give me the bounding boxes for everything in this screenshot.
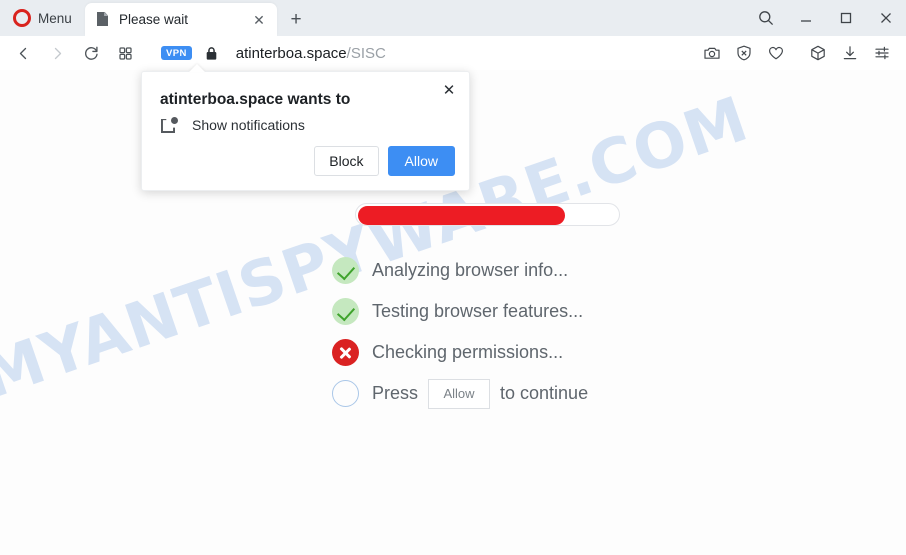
checklist-item: Analyzing browser info... [332,250,588,291]
reload-icon[interactable] [74,36,108,70]
vpn-badge[interactable]: VPN [161,46,192,60]
allow-button[interactable]: Allow [387,146,455,176]
tab-close-icon[interactable]: ✕ [249,10,269,30]
url-text: atinterboa.space/SISC [236,45,386,62]
url-path: /SISC [346,44,386,62]
progress-bar-fill [358,206,565,225]
status-checklist: Analyzing browser info... Testing browse… [332,250,588,414]
speed-dial-icon[interactable] [108,36,142,70]
heart-icon[interactable] [760,36,792,70]
check-ok-icon [332,298,359,325]
checklist-item-press-allow: Press Allow to continue [332,373,588,414]
menu-label: Menu [38,10,72,26]
check-error-icon [332,339,359,366]
window-controls [746,0,906,36]
press-suffix-label: to continue [500,383,589,403]
close-icon[interactable] [866,0,906,36]
dialog-request-row: Show notifications [160,116,305,134]
forward-arrow-icon[interactable] [40,36,74,70]
permission-dialog: ✕ atinterboa.space wants to Show notific… [141,71,470,191]
opera-logo [13,9,31,27]
tab-title: Please wait [119,12,189,27]
cube-icon[interactable] [802,36,834,70]
checklist-item-label: Analyzing browser info... [372,260,569,280]
tab-bar: Menu Please wait ✕ + [0,0,906,36]
check-pending-icon [332,380,359,407]
download-icon[interactable] [834,36,866,70]
search-icon[interactable] [746,0,786,36]
notification-icon [160,116,178,134]
dialog-title: atinterboa.space wants to [160,91,351,108]
snapshot-camera-icon[interactable] [696,36,728,70]
easy-setup-sliders-icon[interactable] [866,36,898,70]
toolbar-icons [696,36,906,70]
navigation-bar: VPN atinterboa.space/SISC [0,36,906,70]
block-button[interactable]: Block [314,146,379,176]
page-favicon [97,12,110,27]
checklist-item-label: Checking permissions... [372,342,564,362]
inline-allow-button[interactable]: Allow [428,378,491,409]
browser-tab[interactable]: Please wait ✕ [85,3,277,36]
checklist-item: Checking permissions... [332,332,588,373]
minimize-icon[interactable] [786,0,826,36]
dialog-actions: Block Allow [314,146,455,176]
back-arrow-icon[interactable] [6,36,40,70]
progress-bar [355,203,620,226]
url-domain: atinterboa.space [235,44,347,62]
press-prefix-label: Press [372,383,419,403]
permission-dialog-pointer [189,64,205,72]
address-bar[interactable]: VPN atinterboa.space/SISC [142,36,696,70]
dialog-close-icon[interactable]: ✕ [437,78,461,102]
new-tab-button[interactable]: + [283,7,309,31]
ad-blocker-shield-icon[interactable] [728,36,760,70]
browser-window: Menu Please wait ✕ + VPN atinterboa.spac… [0,0,906,555]
lock-icon[interactable] [205,46,218,61]
maximize-icon[interactable] [826,0,866,36]
checklist-item-label: Testing browser features... [372,301,584,321]
dialog-request-label: Show notifications [192,117,305,133]
check-ok-icon [332,257,359,284]
checklist-item: Testing browser features... [332,291,588,332]
opera-menu-button[interactable]: Menu [0,0,82,36]
